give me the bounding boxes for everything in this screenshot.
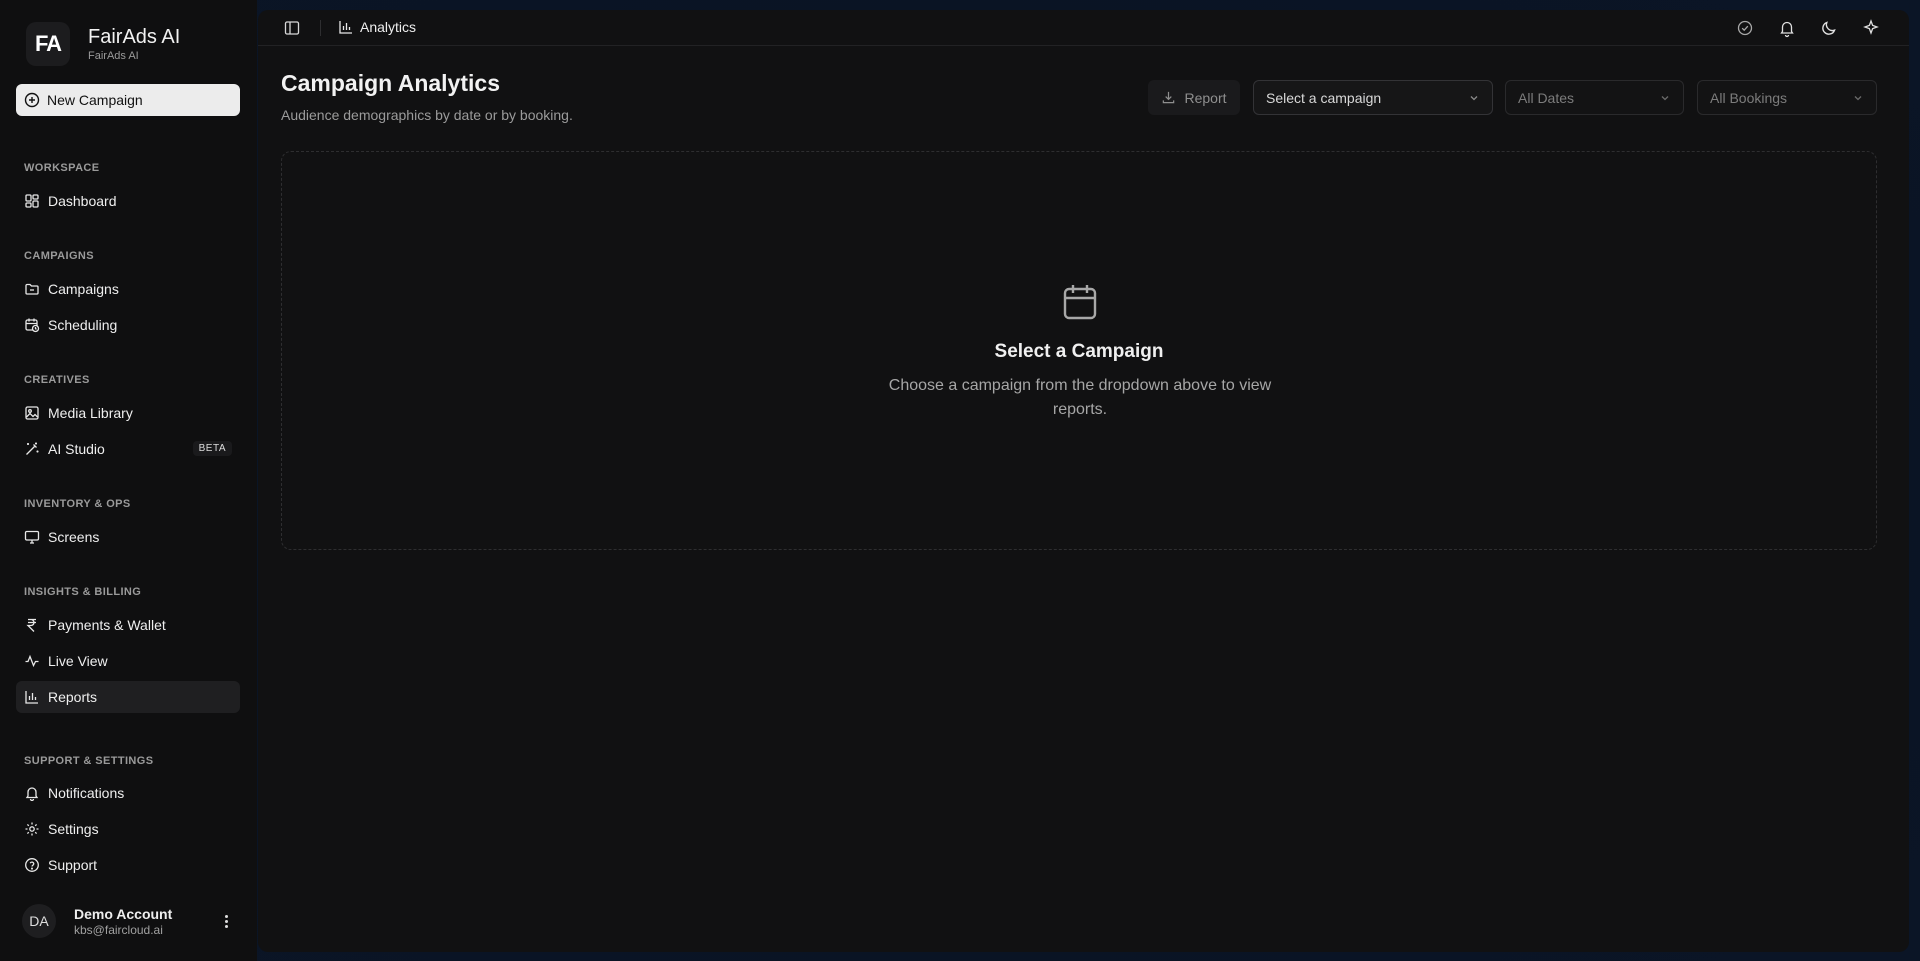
- page-subtitle: Audience demographics by date or by book…: [281, 107, 573, 123]
- brand-subtitle: FairAds AI: [88, 50, 139, 62]
- sidebar-item-label: Screens: [48, 529, 100, 545]
- check-circle-icon[interactable]: [1735, 18, 1755, 38]
- help-circle-icon: [25, 858, 39, 872]
- dates-select-value: All Dates: [1518, 89, 1575, 106]
- sidebar-item-label: Media Library: [48, 405, 133, 421]
- bell-icon[interactable]: [1777, 18, 1797, 38]
- folder-icon: [25, 283, 39, 295]
- page-title: Campaign Analytics: [281, 70, 500, 96]
- dashboard-grid-icon: [25, 194, 39, 208]
- topbar-actions: [1735, 18, 1881, 38]
- report-button[interactable]: Report: [1148, 80, 1240, 115]
- sidebar-item-label: Live View: [48, 653, 108, 669]
- chevron-down-icon: [1661, 96, 1669, 101]
- bookings-select-value: All Bookings: [1710, 89, 1788, 106]
- section-label-support: SUPPORT & SETTINGS: [24, 755, 154, 767]
- calendar-clock-icon: [25, 318, 40, 333]
- sidebar-item-scheduling[interactable]: Scheduling: [16, 309, 240, 341]
- rupee-icon: [26, 618, 36, 632]
- magic-wand-icon: [26, 442, 39, 455]
- account-name: Demo Account: [74, 905, 173, 922]
- sidebar: FA FairAds AI FairAds AI New Campaign WO…: [0, 0, 257, 961]
- avatar: DA: [22, 904, 56, 938]
- sidebar-item-dashboard[interactable]: Dashboard: [16, 185, 240, 217]
- bar-chart-icon: [339, 21, 352, 34]
- sidebar-item-label: Settings: [48, 821, 99, 837]
- sidebar-item-campaigns[interactable]: Campaigns: [16, 273, 240, 305]
- sidebar-item-label: AI Studio: [48, 441, 105, 457]
- chevron-down-icon: [1470, 96, 1478, 101]
- brand-logo: FA: [26, 22, 70, 66]
- more-vertical-icon[interactable]: [218, 912, 234, 930]
- image-icon: [25, 406, 39, 420]
- section-label-inventory: INVENTORY & OPS: [24, 498, 131, 510]
- empty-state: Select a Campaign Choose a campaign from…: [281, 151, 1877, 550]
- sidebar-item-notifications[interactable]: Notifications: [16, 777, 240, 809]
- sidebar-item-reports[interactable]: Reports: [16, 681, 240, 713]
- topbar-divider: [320, 20, 321, 36]
- sidebar-item-payments-wallet[interactable]: Payments & Wallet: [16, 609, 240, 641]
- sidebar-item-label: Support: [48, 857, 98, 873]
- sidebar-item-label: Payments & Wallet: [48, 617, 166, 633]
- topbar: Analytics: [258, 10, 1909, 46]
- campaign-select-value: Select a campaign: [1266, 89, 1382, 106]
- beta-badge: BETA: [192, 441, 232, 456]
- empty-state-title: Select a Campaign: [994, 341, 1164, 362]
- sidebar-item-label: Campaigns: [48, 281, 119, 297]
- sidebar-item-label: Scheduling: [48, 317, 118, 333]
- sidebar-item-media-library[interactable]: Media Library: [16, 397, 240, 429]
- bell-icon: [25, 787, 39, 801]
- new-campaign-label: New Campaign: [47, 92, 143, 108]
- moon-icon[interactable]: [1819, 18, 1839, 38]
- sidebar-item-label: Reports: [48, 689, 98, 705]
- campaign-select[interactable]: Select a campaign: [1253, 80, 1493, 115]
- sidebar-item-settings[interactable]: Settings: [16, 813, 240, 845]
- breadcrumb-label: Analytics: [360, 19, 417, 35]
- sidebar-item-label: Dashboard: [48, 193, 117, 209]
- sidebar-item-support[interactable]: Support: [16, 849, 240, 881]
- dates-select[interactable]: All Dates: [1505, 80, 1684, 115]
- section-label-creatives: CREATIVES: [24, 374, 90, 386]
- section-label-insights: INSIGHTS & BILLING: [24, 586, 142, 598]
- sidebar-item-screens[interactable]: Screens: [16, 521, 240, 553]
- plus-circle-icon: [24, 92, 40, 108]
- empty-state-description: Choose a campaign from the dropdown abov…: [888, 377, 1272, 418]
- calendar-icon: [1063, 285, 1097, 320]
- sidebar-item-label: Notifications: [48, 785, 125, 801]
- breadcrumb[interactable]: Analytics: [338, 19, 416, 35]
- sidebar-item-live-view[interactable]: Live View: [16, 645, 240, 677]
- section-label-campaigns: CAMPAIGNS: [24, 250, 95, 262]
- chevron-down-icon: [1854, 96, 1862, 101]
- brand-name: FairAds AI: [88, 26, 181, 48]
- gear-icon: [25, 822, 39, 836]
- bar-chart-icon: [25, 691, 38, 704]
- monitor-icon: [24, 530, 40, 544]
- section-label-workspace: WORKSPACE: [24, 162, 100, 174]
- new-campaign-button[interactable]: New Campaign: [16, 84, 240, 116]
- brand[interactable]: FA FairAds AI FairAds AI: [26, 22, 180, 66]
- bookings-select[interactable]: All Bookings: [1697, 80, 1877, 115]
- account-card[interactable]: DA Demo Account kbs@faircloud.ai: [22, 903, 240, 939]
- download-icon: [1163, 91, 1175, 104]
- activity-icon: [25, 654, 39, 668]
- sparkle-icon[interactable]: [1861, 18, 1881, 38]
- report-button-label: Report: [1184, 89, 1227, 106]
- app-frame: FA FairAds AI FairAds AI New Campaign WO…: [0, 0, 1920, 961]
- sidebar-item-ai-studio[interactable]: AI Studio BETA: [16, 433, 240, 465]
- sidebar-toggle-icon[interactable]: [283, 19, 301, 37]
- main-panel: Analytics Campaign Analytics Audience de…: [258, 10, 1909, 952]
- account-email: kbs@faircloud.ai: [74, 922, 163, 937]
